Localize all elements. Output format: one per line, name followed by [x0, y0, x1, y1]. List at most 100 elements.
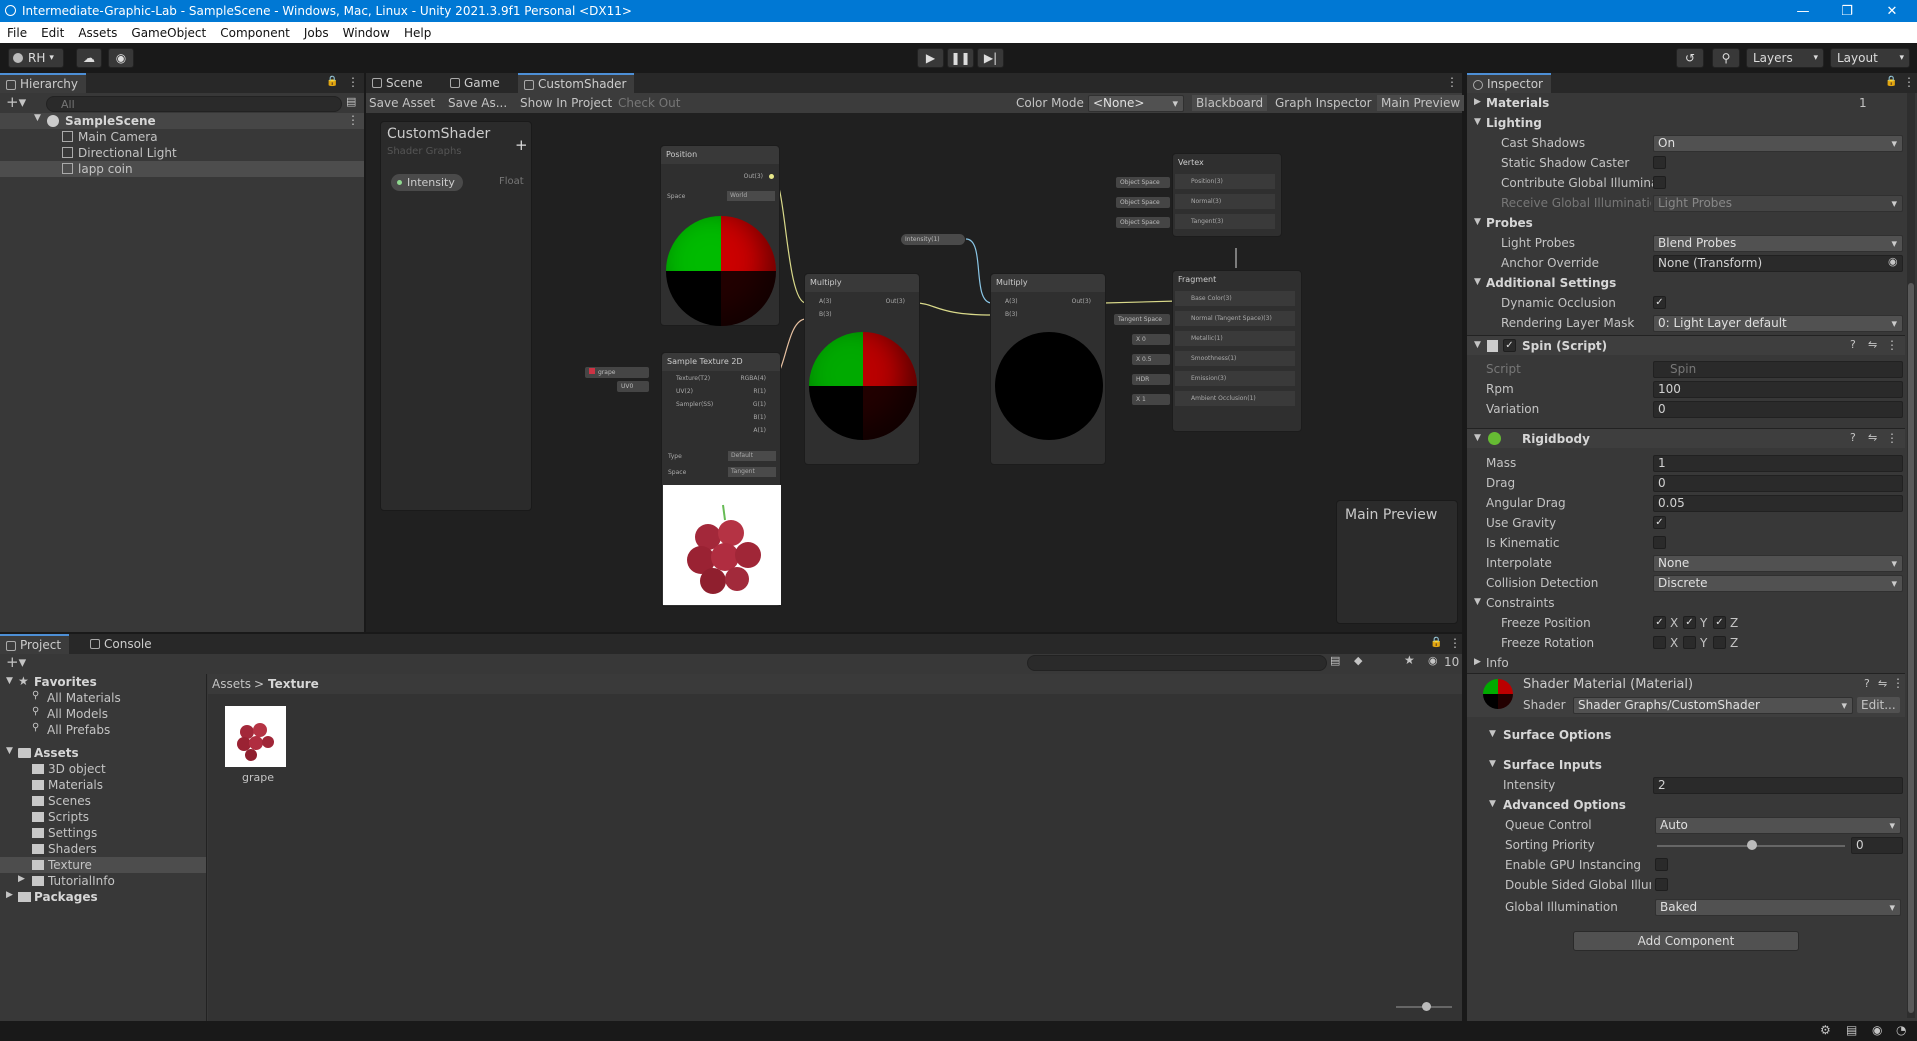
menu-assets[interactable]: Assets: [71, 26, 124, 40]
hierarchy-item[interactable]: Main Camera: [0, 129, 364, 145]
shader-dropdown[interactable]: Shader Graphs/CustomShader: [1573, 697, 1853, 714]
add-component-button[interactable]: Add Component: [1573, 931, 1799, 951]
info-foldout[interactable]: Info: [1486, 655, 1509, 671]
bug-icon[interactable]: ⚙: [1820, 1023, 1831, 1037]
advanced-options-foldout[interactable]: Advanced Options: [1503, 797, 1626, 813]
kebab-menu-icon[interactable]: ⋮: [1449, 636, 1461, 650]
mass-field[interactable]: 1: [1653, 455, 1903, 472]
port-uv[interactable]: UV(2): [676, 388, 693, 395]
menu-edit[interactable]: Edit: [34, 26, 71, 40]
sorting-slider-thumb[interactable]: [1747, 840, 1757, 850]
uv-input-chip[interactable]: UV0: [617, 381, 649, 392]
favorite-item[interactable]: All Models: [47, 706, 108, 722]
maximize-icon[interactable]: ❐: [1825, 0, 1869, 22]
queue-control-dropdown[interactable]: Auto: [1655, 817, 1901, 834]
menu-component[interactable]: Component: [213, 26, 297, 40]
account-dropdown[interactable]: RH ▾: [8, 48, 64, 68]
materials-count[interactable]: 1: [1859, 95, 1867, 111]
hierarchy-search-input[interactable]: [46, 96, 342, 112]
freeze-rot-y-checkbox[interactable]: [1683, 636, 1696, 649]
anchor-override-field[interactable]: None (Transform): [1653, 255, 1903, 272]
progress-icon[interactable]: ◔: [1896, 1023, 1906, 1037]
tangent-space-chip[interactable]: Tangent Space: [1114, 314, 1170, 325]
ao-value-chip[interactable]: X 1: [1132, 394, 1170, 405]
angular-drag-field[interactable]: 0.05: [1653, 495, 1903, 512]
static-shadow-checkbox[interactable]: [1653, 156, 1666, 169]
port-out[interactable]: Out(3): [744, 173, 763, 180]
lighting-foldout[interactable]: Lighting: [1486, 115, 1542, 131]
port-texture[interactable]: Texture(T2): [676, 375, 710, 382]
save-asset-button[interactable]: Save Asset: [369, 95, 435, 111]
vertex-slot-position[interactable]: Position(3): [1175, 174, 1275, 189]
asset-thumbnail-grape[interactable]: [225, 706, 286, 767]
search-options-icon[interactable]: ▤: [346, 95, 356, 108]
create-plus-icon[interactable]: +▾: [6, 653, 26, 671]
port-b[interactable]: B(1): [753, 414, 766, 421]
vertex-slot-normal[interactable]: Normal(3): [1175, 194, 1275, 209]
tab-project[interactable]: Project: [0, 634, 70, 654]
history-button[interactable]: ↺: [1676, 48, 1704, 68]
menu-help[interactable]: Help: [397, 26, 438, 40]
breadcrumb-assets[interactable]: Assets: [212, 676, 251, 692]
main-preview-toggle[interactable]: Main Preview: [1377, 95, 1465, 111]
inspector-scrollbar[interactable]: [1907, 93, 1915, 1018]
kebab-menu-icon[interactable]: ⋮: [347, 75, 359, 89]
lock-icon[interactable]: 🔒: [1430, 637, 1442, 648]
port-sampler[interactable]: Sampler(SS): [676, 401, 713, 408]
color-mode-dropdown[interactable]: <None>: [1088, 95, 1184, 112]
presets-icon[interactable]: ⇋: [1868, 431, 1877, 444]
folder-item[interactable]: Settings: [48, 825, 97, 841]
vertex-slot-tangent[interactable]: Tangent(3): [1175, 214, 1275, 229]
object-space-chip[interactable]: Object Space: [1116, 177, 1170, 188]
freeze-rot-x-checkbox[interactable]: [1653, 636, 1666, 649]
light-probes-dropdown[interactable]: Blend Probes: [1653, 235, 1903, 252]
main-preview-panel[interactable]: Main Preview: [1336, 500, 1458, 624]
create-plus-icon[interactable]: +▾: [6, 93, 26, 111]
favorite-star-icon[interactable]: ★: [1404, 653, 1415, 667]
constraints-foldout[interactable]: Constraints: [1486, 595, 1554, 611]
scene-menu-icon[interactable]: ⋮: [347, 113, 359, 127]
intensity-field[interactable]: 2: [1653, 777, 1903, 794]
help-icon[interactable]: ?: [1864, 677, 1870, 690]
sorting-priority-slider[interactable]: [1657, 840, 1845, 850]
probes-foldout[interactable]: Probes: [1486, 215, 1533, 231]
menu-file[interactable]: File: [0, 26, 34, 40]
project-search-input[interactable]: [1027, 655, 1327, 671]
component-menu-icon[interactable]: ⋮: [1886, 431, 1898, 445]
breadcrumb-texture[interactable]: Texture: [268, 676, 319, 692]
fragment-slot-smoothness[interactable]: Smoothness(1): [1175, 351, 1295, 366]
surface-options-foldout[interactable]: Surface Options: [1503, 727, 1611, 743]
folder-item-selected[interactable]: [0, 857, 206, 873]
cache-icon[interactable]: ▤: [1846, 1023, 1857, 1037]
show-in-project-button[interactable]: Show In Project: [520, 95, 612, 111]
type-dropdown[interactable]: Default: [728, 451, 776, 461]
fragment-slot-metallic[interactable]: Metallic(1): [1175, 331, 1295, 346]
freeze-rot-z-checkbox[interactable]: [1713, 636, 1726, 649]
kebab-menu-icon[interactable]: ⋮: [1446, 75, 1458, 89]
intensity-property-node[interactable]: Intensity(1): [901, 234, 965, 245]
global-illumination-dropdown[interactable]: Baked: [1655, 899, 1901, 916]
blackboard-toggle[interactable]: Blackboard: [1192, 95, 1268, 111]
menu-window[interactable]: Window: [336, 26, 397, 40]
variation-field[interactable]: 0: [1653, 401, 1903, 418]
fragment-slot-normal[interactable]: Normal (Tangent Space)(3): [1175, 311, 1295, 326]
double-sided-gi-checkbox[interactable]: [1655, 878, 1668, 891]
is-kinematic-checkbox[interactable]: [1653, 536, 1666, 549]
tab-hierarchy[interactable]: Hierarchy: [0, 73, 87, 93]
port-b[interactable]: B(3): [1005, 311, 1018, 318]
vertex-master-node[interactable]: Vertex Position(3) Normal(3) Tangent(3): [1172, 153, 1282, 237]
slider-thumb[interactable]: [1422, 1002, 1431, 1011]
surface-inputs-foldout[interactable]: Surface Inputs: [1503, 757, 1602, 773]
port-g[interactable]: G(1): [753, 401, 766, 408]
debug-icon[interactable]: ◉: [1872, 1023, 1882, 1037]
folder-item[interactable]: 3D object: [48, 761, 106, 777]
packages-label[interactable]: Packages: [34, 889, 98, 905]
folder-item[interactable]: Scripts: [48, 809, 89, 825]
layers-dropdown[interactable]: Layers ▾: [1746, 48, 1824, 68]
port-out[interactable]: Out(3): [1072, 298, 1091, 305]
graph-inspector-toggle[interactable]: Graph Inspector: [1275, 95, 1372, 111]
edit-shader-button[interactable]: Edit...: [1857, 697, 1900, 713]
receive-gi-dropdown[interactable]: Light Probes: [1653, 195, 1903, 212]
object-picker-icon[interactable]: ◉: [1888, 255, 1898, 268]
object-space-chip[interactable]: Object Space: [1116, 197, 1170, 208]
